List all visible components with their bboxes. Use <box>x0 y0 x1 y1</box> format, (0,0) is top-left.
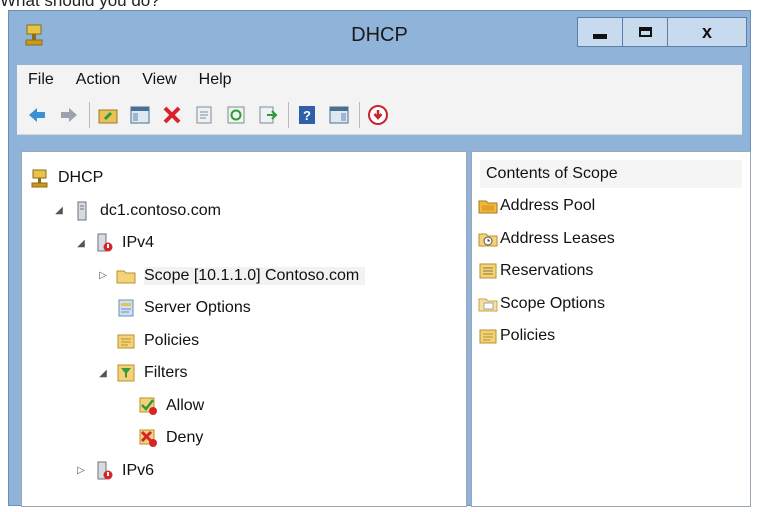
close-button[interactable]: x <box>667 17 747 47</box>
minimize-icon <box>593 33 607 39</box>
tree-node-label: Allow <box>166 396 205 414</box>
ipv6-icon <box>94 461 114 481</box>
contents-item-scope-options[interactable]: Scope Options <box>478 290 605 318</box>
contents-item-reservations[interactable]: Reservations <box>478 257 593 285</box>
contents-item-label: Policies <box>500 327 556 344</box>
scope-folder-icon <box>116 266 136 286</box>
menu-file[interactable]: File <box>17 71 65 89</box>
tree-node-label: dc1.contoso.com <box>100 201 221 219</box>
minimize-button[interactable] <box>577 17 623 47</box>
contents-item-address-pool[interactable]: Address Pool <box>478 192 595 220</box>
maximize-button[interactable] <box>622 17 668 47</box>
policies-icon <box>116 331 136 351</box>
collapse-arrow-icon[interactable]: ◢ <box>96 368 110 379</box>
collapse-arrow-icon[interactable]: ◢ <box>74 238 88 249</box>
contents-item-label: Reservations <box>500 262 594 279</box>
menu-bar: File Action View Help <box>17 65 742 95</box>
filters-icon <box>116 363 136 383</box>
menu-action[interactable]: Action <box>65 71 131 89</box>
collapse-arrow-icon[interactable]: ◢ <box>52 205 66 216</box>
tree-node-label: Scope [10.1.1.0] Contoso.com <box>144 266 366 285</box>
deny-filter-icon <box>138 428 158 448</box>
title-bar[interactable]: DHCP x <box>9 11 750 61</box>
contents-header[interactable]: Contents of Scope <box>480 160 742 188</box>
dhcp-root-icon <box>30 168 50 188</box>
console-tree[interactable]: DHCP ◢ dc1.contoso.com ◢ IPv4 ▷ Scope [10.1.1.… <box>21 151 467 507</box>
ipv4-icon <box>94 233 114 253</box>
server-icon <box>72 201 92 221</box>
tree-node-scope-10-1-1-0-contoso-com[interactable]: ▷ Scope [10.1.1.0] Contoso.com <box>96 262 366 290</box>
contents-pane[interactable]: Contents of Scope Address Pool Address Le… <box>471 151 751 507</box>
forward-arrow-icon[interactable] <box>57 103 81 127</box>
toolbar: ? <box>17 95 742 135</box>
server-options-icon <box>116 298 136 318</box>
tree-node-server-options[interactable]: Server Options <box>96 294 251 322</box>
tree-node-label: Deny <box>166 429 204 446</box>
action-pane-icon[interactable] <box>327 103 351 127</box>
tree-node-dc1-contoso-com[interactable]: ◢ dc1.contoso.com <box>52 197 221 225</box>
menu-view[interactable]: View <box>131 71 187 89</box>
toolbar-separator <box>359 101 360 128</box>
svg-text:?: ? <box>303 108 311 123</box>
up-folder-icon[interactable] <box>96 103 120 127</box>
tree-node-filters[interactable]: ◢ Filters <box>96 359 188 387</box>
contents-item-address-leases[interactable]: Address Leases <box>478 225 615 253</box>
help-icon[interactable]: ? <box>295 103 319 127</box>
tree-node-label: Policies <box>144 331 200 349</box>
tree-node-label: Server Options <box>144 299 251 316</box>
refresh-icon[interactable] <box>224 103 248 127</box>
tree-node-label: Filters <box>144 364 188 381</box>
maximize-icon <box>638 27 652 37</box>
tree-node-label: IPv6 <box>122 461 155 479</box>
expand-arrow-icon[interactable]: ▷ <box>74 465 88 476</box>
reservations-icon <box>478 261 498 281</box>
tree-node-ipv4[interactable]: ◢ IPv4 <box>74 229 154 257</box>
tree-node-deny[interactable]: Deny <box>118 424 203 452</box>
policies-icon <box>478 326 498 346</box>
stop-icon[interactable] <box>366 103 390 127</box>
tree-node-dhcp[interactable]: DHCP <box>30 164 103 192</box>
close-icon: x <box>701 21 712 42</box>
address-leases-icon <box>478 229 498 249</box>
scope-options-icon <box>478 294 498 314</box>
export-list-icon[interactable] <box>256 103 280 127</box>
tree-node-policies[interactable]: Policies <box>96 327 199 355</box>
contents-item-label: Address Pool <box>500 197 596 214</box>
tree-node-ipv6[interactable]: ▷ IPv6 <box>74 457 154 485</box>
tree-node-label: DHCP <box>58 169 104 186</box>
show-hide-tree-icon[interactable] <box>128 103 152 127</box>
back-arrow-icon[interactable] <box>25 103 49 127</box>
contents-item-policies[interactable]: Policies <box>478 322 555 350</box>
properties-icon[interactable] <box>192 103 216 127</box>
delete-icon[interactable] <box>160 103 184 127</box>
tree-node-allow[interactable]: Allow <box>118 392 204 420</box>
contents-item-label: Scope Options <box>500 294 605 312</box>
tree-node-label: IPv4 <box>122 234 155 251</box>
menu-help[interactable]: Help <box>188 71 243 89</box>
address-pool-icon <box>478 196 498 216</box>
dhcp-window: DHCP x File Action View Help ? DHCP ◢ dc1.… <box>8 10 751 507</box>
contents-item-label: Address Leases <box>500 229 615 247</box>
expand-arrow-icon[interactable]: ▷ <box>96 270 110 281</box>
allow-filter-icon <box>138 396 158 416</box>
toolbar-separator <box>288 101 289 128</box>
toolbar-separator <box>89 101 90 128</box>
